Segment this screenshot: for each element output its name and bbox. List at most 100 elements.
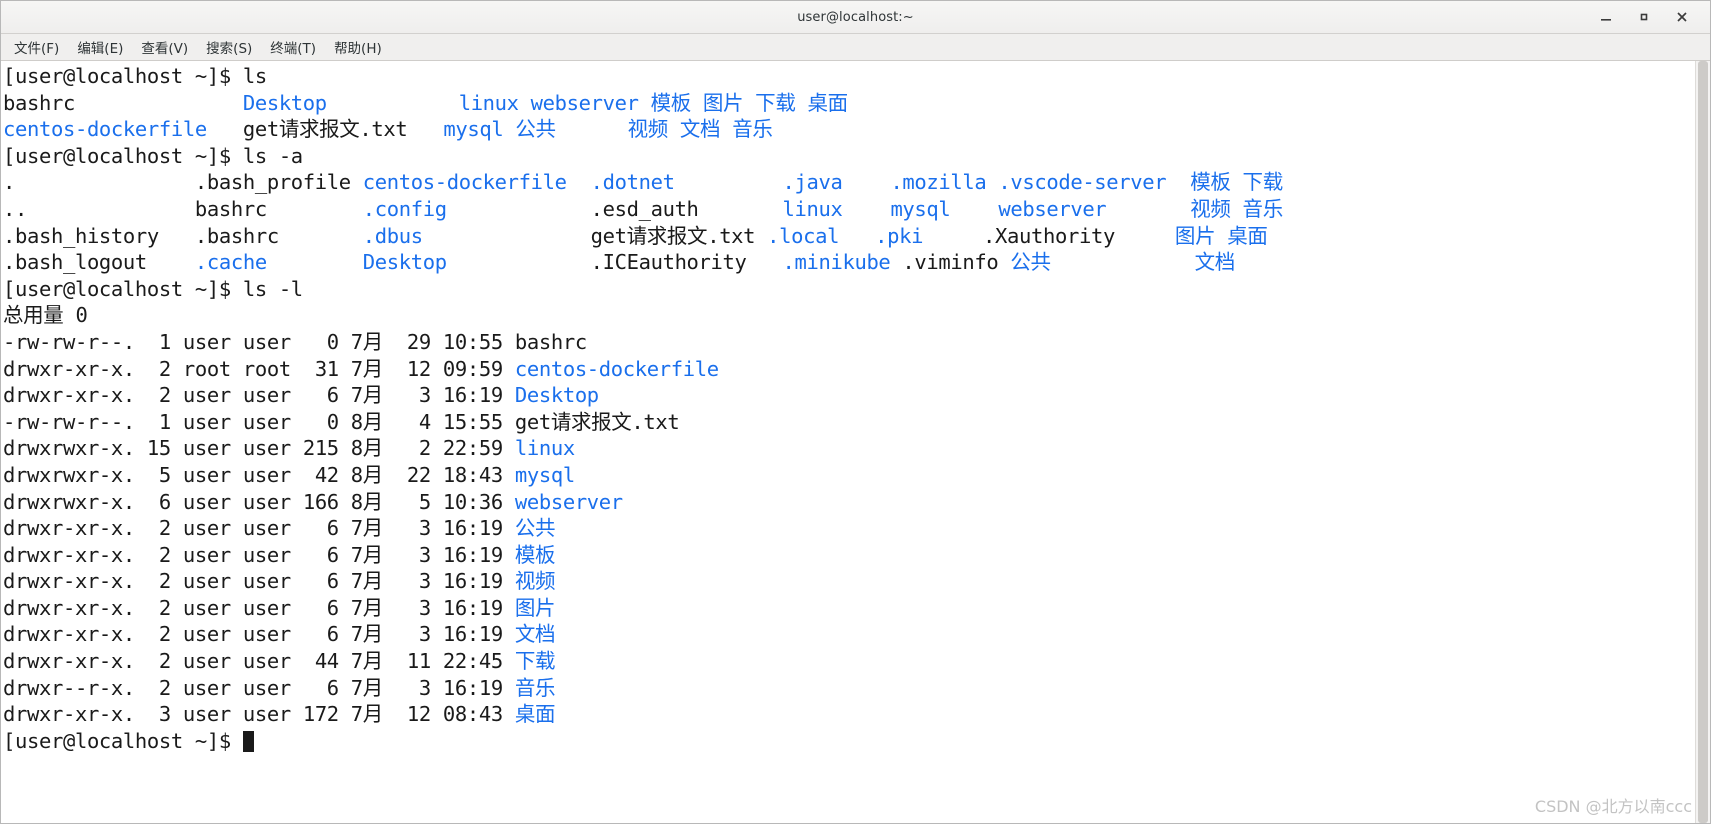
file-entry: 视频 bbox=[1190, 196, 1243, 221]
shell-prompt: [user@localhost ~]$ bbox=[3, 276, 243, 301]
file-entry: 文档 bbox=[679, 117, 733, 142]
shell-prompt: [user@localhost ~]$ bbox=[3, 143, 243, 168]
menu-item-search[interactable]: 搜索(S) bbox=[197, 34, 261, 60]
file-size: 31 bbox=[302, 356, 351, 381]
file-group: root bbox=[242, 356, 303, 381]
menu-item-view[interactable]: 查看(V) bbox=[132, 34, 197, 60]
ls-l-row: drwxr-xr-x. 3 user user 172 7月 12 08:43 … bbox=[3, 701, 1695, 728]
file-permissions: drwxr-xr-x. bbox=[3, 702, 147, 727]
file-owner: user bbox=[182, 702, 243, 727]
file-owner: user bbox=[182, 383, 243, 408]
terminal-output[interactable]: [user@localhost ~]$ ls bashrc Desktop lin… bbox=[1, 61, 1695, 823]
file-entry: .minikube bbox=[782, 250, 903, 275]
file-size: 166 bbox=[302, 489, 351, 514]
file-entry: .java bbox=[782, 170, 891, 195]
file-owner: user bbox=[182, 462, 243, 487]
total-usage-text: 总用量 0 bbox=[3, 303, 88, 328]
file-day: 11 bbox=[394, 649, 443, 674]
close-button[interactable] bbox=[1672, 7, 1692, 27]
file-entry: .mozilla bbox=[890, 170, 999, 195]
file-entry: 视频 bbox=[627, 117, 680, 142]
file-time: 10:55 bbox=[442, 329, 515, 354]
file-entry: 桌面 bbox=[807, 90, 860, 115]
file-month: 7月 bbox=[350, 356, 395, 381]
file-permissions: drwxr-xr-x. bbox=[3, 542, 147, 567]
command-text: ls -a bbox=[242, 143, 303, 168]
file-entry: .ICEauthority bbox=[590, 250, 783, 275]
menu-item-help[interactable]: 帮助(H) bbox=[325, 34, 391, 60]
file-time: 16:19 bbox=[442, 569, 515, 594]
file-size: 6 bbox=[302, 383, 351, 408]
file-group: user bbox=[242, 329, 303, 354]
menu-bar: 文件(F) 编辑(E) 查看(V) 搜索(S) 终端(T) 帮助(H) bbox=[1, 34, 1710, 61]
link-count: 2 bbox=[146, 649, 183, 674]
file-group: user bbox=[242, 675, 303, 700]
link-count: 2 bbox=[146, 516, 183, 541]
file-owner: user bbox=[182, 542, 243, 567]
file-entry: .bashrc bbox=[194, 223, 363, 248]
file-entry: 下载 bbox=[755, 90, 808, 115]
file-permissions: drwxr-xr-x. bbox=[3, 649, 147, 674]
file-month: 7月 bbox=[350, 595, 395, 620]
file-entry: 音乐 bbox=[732, 117, 785, 142]
file-size: 44 bbox=[302, 649, 351, 674]
file-entry: .bash_history bbox=[3, 223, 195, 248]
file-group: user bbox=[242, 702, 303, 727]
file-time: 16:19 bbox=[442, 542, 515, 567]
file-permissions: drwxr-xr-x. bbox=[3, 595, 147, 620]
minimize-button[interactable] bbox=[1596, 7, 1616, 27]
link-count: 1 bbox=[146, 329, 183, 354]
ls-l-row: drwxr-xr-x. 2 user user 6 7月 3 16:19 公共 bbox=[3, 515, 1695, 542]
ls-l-row: drwxr-xr-x. 2 user user 6 7月 3 16:19 视频 bbox=[3, 568, 1695, 595]
ls-a-output-row: .. bashrc .config .esd_auth linux mysql … bbox=[3, 196, 1695, 223]
file-entry: Desktop bbox=[362, 250, 591, 275]
menu-item-terminal[interactable]: 终端(T) bbox=[261, 34, 325, 60]
command-text: ls bbox=[242, 64, 267, 88]
link-count: 2 bbox=[146, 383, 183, 408]
link-count: 2 bbox=[146, 356, 183, 381]
file-size: 6 bbox=[302, 622, 351, 647]
file-permissions: drwxr-xr-x. bbox=[3, 356, 147, 381]
maximize-button[interactable] bbox=[1634, 7, 1654, 27]
file-month: 7月 bbox=[350, 702, 395, 727]
file-day: 12 bbox=[394, 702, 443, 727]
command-text: ls -l bbox=[242, 276, 303, 301]
file-group: user bbox=[242, 383, 303, 408]
file-permissions: drwxr-xr-x. bbox=[3, 383, 147, 408]
terminal-area[interactable]: [user@localhost ~]$ ls bashrc Desktop lin… bbox=[1, 61, 1710, 823]
ls-l-row: drwxr-xr-x. 2 user user 44 7月 11 22:45 下… bbox=[3, 648, 1695, 675]
file-entry: centos-dockerfile bbox=[3, 117, 243, 142]
file-name: webserver bbox=[514, 489, 623, 514]
menu-item-file[interactable]: 文件(F) bbox=[5, 34, 68, 60]
file-entry: 图片 bbox=[702, 90, 756, 115]
menu-item-edit[interactable]: 编辑(E) bbox=[68, 34, 132, 60]
file-size: 6 bbox=[302, 542, 351, 567]
link-count: 3 bbox=[146, 702, 183, 727]
file-month: 7月 bbox=[350, 675, 395, 700]
file-entry: 音乐 bbox=[1242, 196, 1295, 221]
scrollbar-thumb[interactable] bbox=[1698, 61, 1708, 823]
file-entry: .vscode-server bbox=[998, 170, 1191, 195]
file-entry: webserver bbox=[530, 90, 651, 115]
file-entry: bashrc bbox=[3, 90, 243, 115]
file-month: 7月 bbox=[350, 649, 395, 674]
file-day: 5 bbox=[394, 489, 443, 514]
file-day: 3 bbox=[394, 542, 443, 567]
file-month: 7月 bbox=[350, 622, 395, 647]
file-permissions: -rw-rw-r--. bbox=[3, 329, 147, 354]
link-count: 2 bbox=[146, 675, 183, 700]
file-month: 8月 bbox=[350, 436, 395, 461]
title-bar[interactable]: user@localhost:~ bbox=[1, 1, 1710, 34]
file-owner: user bbox=[182, 569, 243, 594]
file-day: 12 bbox=[394, 356, 443, 381]
file-permissions: drwxr-xr-x. bbox=[3, 622, 147, 647]
shell-prompt: [user@localhost ~]$ bbox=[3, 728, 243, 753]
file-permissions: drwxr-xr-x. bbox=[3, 516, 147, 541]
terminal-scrollbar[interactable] bbox=[1695, 61, 1710, 823]
file-name: 桌面 bbox=[514, 702, 556, 727]
file-day: 22 bbox=[394, 462, 443, 487]
file-owner: user bbox=[182, 516, 243, 541]
link-count: 2 bbox=[146, 542, 183, 567]
file-owner: user bbox=[182, 675, 243, 700]
link-count: 2 bbox=[146, 622, 183, 647]
